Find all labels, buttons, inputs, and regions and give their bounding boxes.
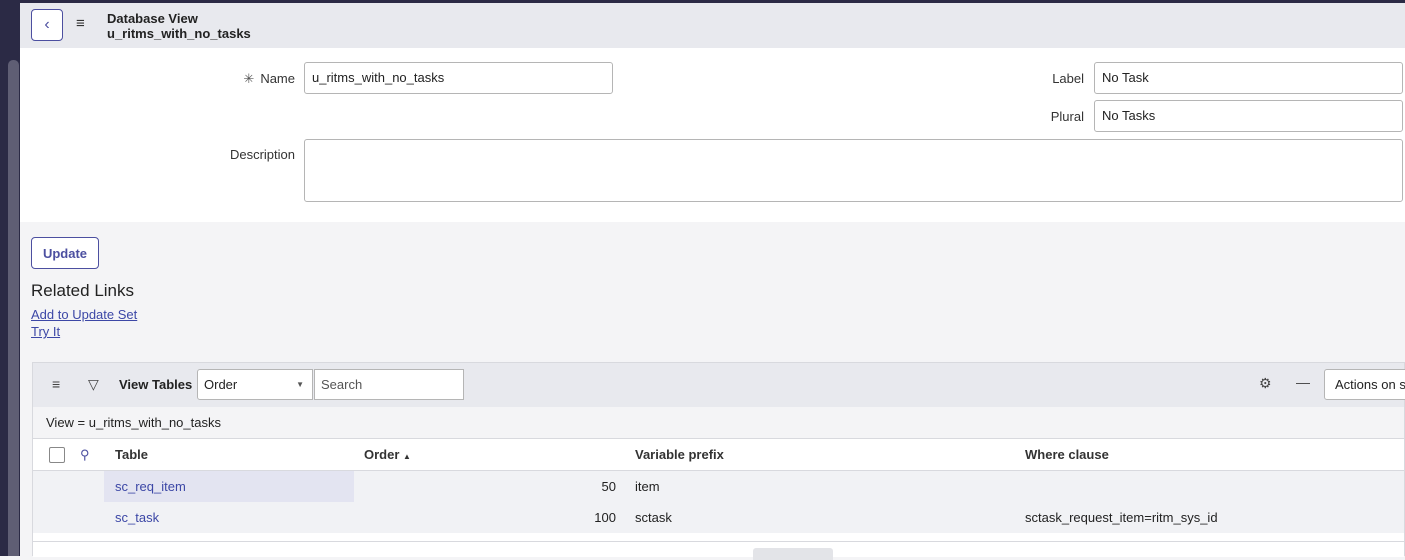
required-icon: ✳ — [243, 71, 255, 86]
select-all-checkbox[interactable] — [49, 447, 65, 463]
record-name: u_ritms_with_no_tasks — [107, 26, 251, 41]
chevron-left-icon: ‹ — [44, 16, 50, 33]
prefix-cell: sctask — [635, 510, 672, 525]
menu-icon[interactable]: ≡ — [76, 15, 85, 32]
plural-field[interactable]: No Tasks — [1094, 100, 1403, 132]
search-field-select[interactable]: Order ▼ — [197, 369, 313, 400]
name-label-text: Name — [260, 71, 295, 86]
column-order[interactable]: Order ▲ — [364, 439, 411, 473]
label-label: Label — [1052, 71, 1084, 86]
view-tables-list: ≡ ▽ View Tables Order ▼ Search ⚙ — Action… — [32, 362, 1405, 560]
table-row: sc_task 100 sctask sctask_request_item=r… — [33, 502, 1404, 533]
search-icon[interactable]: ⚲ — [80, 439, 90, 471]
left-sidebar — [0, 0, 20, 556]
table-row: sc_req_item 50 item — [33, 471, 1404, 502]
description-label: Description — [229, 147, 295, 162]
search-input[interactable]: Search — [314, 369, 464, 400]
column-variable-prefix[interactable]: Variable prefix — [635, 439, 724, 471]
filter-icon[interactable]: ▽ — [88, 376, 99, 393]
collapse-icon[interactable]: — — [1296, 374, 1310, 390]
list-footer — [33, 541, 1404, 560]
where-cell: sctask_request_item=ritm_sys_id — [1025, 510, 1218, 525]
form-body: ✳ Name u_ritms_with_no_tasks Label No Tas… — [20, 48, 1405, 222]
back-button[interactable]: ‹ — [31, 9, 63, 41]
prefix-cell: item — [635, 479, 660, 494]
scrollbar-thumb[interactable] — [8, 60, 19, 556]
column-table[interactable]: Table — [115, 439, 148, 471]
caret-down-icon: ▼ — [296, 380, 304, 389]
related-links-title: Related Links — [31, 281, 135, 300]
form-header: ‹ ≡ Database View u_ritms_with_no_tasks — [20, 3, 1405, 48]
select-value: Order — [204, 377, 238, 392]
column-order-label: Order — [364, 447, 400, 462]
add-to-update-set-link[interactable]: Add to Update Set — [31, 307, 137, 322]
try-it-link[interactable]: Try It — [31, 324, 60, 339]
name-field[interactable]: u_ritms_with_no_tasks — [304, 62, 613, 94]
update-button[interactable]: Update — [31, 237, 99, 269]
actions-select[interactable]: Actions on selected rows — [1324, 369, 1405, 400]
list-toolbar: ≡ ▽ View Tables Order ▼ Search ⚙ — Action… — [33, 363, 1405, 407]
table-link[interactable]: sc_req_item — [115, 471, 186, 502]
plural-label: Plural — [1050, 109, 1084, 124]
label-field[interactable]: No Task — [1094, 62, 1403, 94]
column-where-clause[interactable]: Where clause — [1025, 439, 1109, 471]
list-menu-icon[interactable]: ≡ — [52, 376, 60, 392]
list-title: View Tables — [119, 377, 193, 392]
column-headers: ⚲ Table Order ▲ Variable prefix Where cl… — [33, 439, 1404, 471]
order-cell: 100 — [594, 510, 616, 525]
table-link[interactable]: sc_task — [115, 502, 159, 533]
gear-icon[interactable]: ⚙ — [1259, 375, 1272, 392]
form-type: Database View — [107, 11, 198, 26]
name-label: ✳ Name — [220, 71, 295, 87]
page-title: Database View u_ritms_with_no_tasks — [107, 11, 251, 41]
pagination-control[interactable] — [753, 548, 833, 560]
description-field[interactable] — [304, 139, 1403, 202]
breadcrumb[interactable]: View = u_ritms_with_no_tasks — [33, 407, 1404, 439]
sort-ascending-icon: ▲ — [403, 452, 411, 461]
order-cell: 50 — [601, 479, 616, 494]
